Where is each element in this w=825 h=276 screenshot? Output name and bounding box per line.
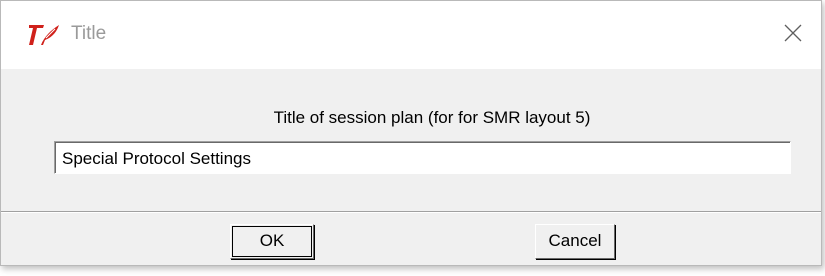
tk-feather-logo-icon bbox=[27, 21, 61, 49]
ok-button[interactable]: OK bbox=[230, 224, 314, 259]
window-title: Title bbox=[71, 23, 107, 44]
title-bar[interactable]: Title bbox=[1, 1, 821, 69]
button-separator bbox=[1, 211, 821, 213]
prompt-label: Title of session plan (for for SMR layou… bbox=[273, 108, 591, 127]
cancel-button[interactable]: Cancel bbox=[535, 224, 615, 259]
close-icon bbox=[784, 24, 802, 42]
close-button[interactable] bbox=[767, 5, 819, 61]
session-title-input[interactable] bbox=[54, 141, 791, 174]
title-dialog: Title Title of session plan (for for SMR… bbox=[0, 0, 822, 266]
